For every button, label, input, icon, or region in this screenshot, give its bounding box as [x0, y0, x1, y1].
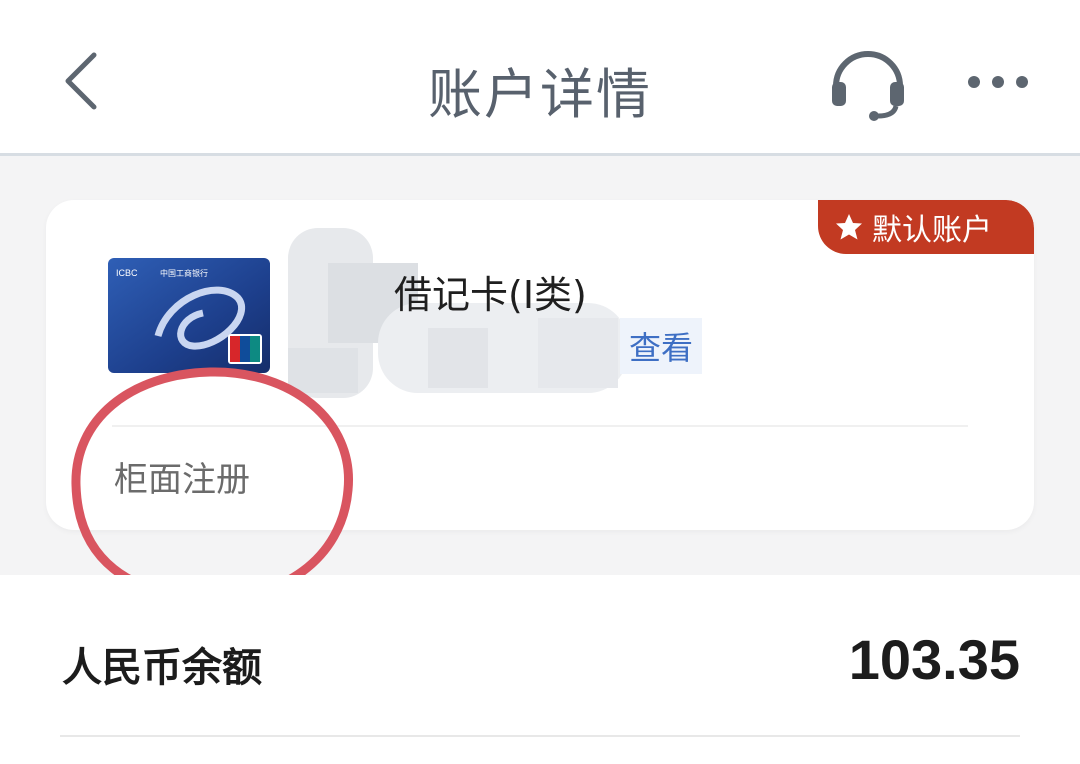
customer-service-button[interactable]	[826, 42, 910, 122]
svg-text:中国工商银行: 中国工商银行	[160, 268, 208, 278]
headset-icon	[832, 51, 904, 121]
more-dots-icon	[968, 76, 1028, 88]
card-type-label: 借记卡(Ⅰ类)	[394, 273, 587, 317]
badge-label: 默认账户	[872, 213, 992, 248]
default-account-badge: 默认账户	[818, 200, 1034, 254]
balance-section[interactable]: 人民币余额 103.35	[0, 575, 1080, 764]
balance-divider	[60, 735, 1020, 737]
top-nav-bar: 账户详情	[0, 0, 1080, 156]
more-options-button[interactable]	[962, 62, 1034, 102]
view-card-number-button[interactable]: 查看	[620, 318, 702, 374]
bank-card-image: ICBC 中国工商银行	[108, 258, 270, 373]
account-details-screen: 账户详情 默认账户 ICBC 中国工商银行 借记卡(Ⅰ类) 查看 柜面注册 人民…	[0, 0, 1080, 764]
card-divider	[112, 425, 968, 427]
page-title: 账户详情	[428, 63, 652, 126]
svg-text:ICBC: ICBC	[116, 268, 138, 278]
balance-value: 103.35	[848, 628, 1020, 691]
registration-channel-label: 柜面注册	[114, 460, 250, 500]
account-card[interactable]: 默认账户 ICBC 中国工商银行 借记卡(Ⅰ类) 查看 柜面注册	[46, 200, 1034, 530]
star-icon	[836, 214, 862, 240]
balance-label: 人民币余额	[62, 645, 262, 691]
